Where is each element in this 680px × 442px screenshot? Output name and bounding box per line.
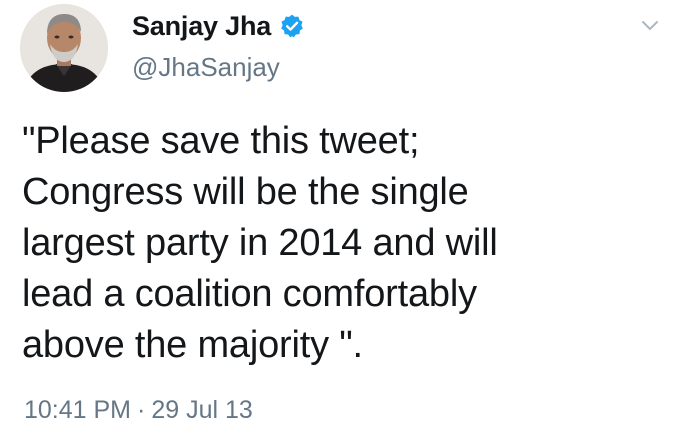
tweet-date: 29 Jul 13 <box>151 396 253 424</box>
name-row: Sanjay Jha <box>132 6 305 46</box>
avatar[interactable] <box>20 4 108 92</box>
verified-badge-icon <box>279 13 305 39</box>
timestamp-separator: · <box>137 396 146 424</box>
tweet-time: 10:41 PM <box>24 396 132 424</box>
tweet-card: Sanjay Jha @JhaSanjay "Please save this … <box>0 0 680 442</box>
tweet-timestamp[interactable]: 10:41 PM · 29 Jul 13 <box>24 396 253 425</box>
chevron-down-icon[interactable] <box>638 16 662 36</box>
user-handle[interactable]: @JhaSanjay <box>132 52 280 83</box>
tweet-text: "Please save this tweet; Congress will b… <box>22 120 498 366</box>
display-name[interactable]: Sanjay Jha <box>132 11 271 42</box>
